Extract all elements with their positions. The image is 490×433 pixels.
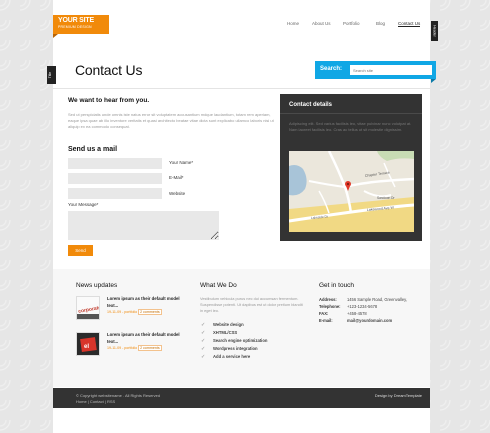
header-side-tab-label: Header bbox=[432, 25, 437, 37]
form-heading: Send us a mail bbox=[68, 146, 118, 153]
email-field[interactable] bbox=[68, 173, 162, 184]
service-item: ✓ Add a service here bbox=[200, 354, 305, 362]
search-input[interactable] bbox=[350, 65, 432, 75]
services-list: ✓ Website design ✓ XHTML/CSS ✓ Search engin… bbox=[200, 322, 305, 362]
news-thumb-image: el bbox=[77, 333, 99, 355]
nav-about-us[interactable]: About Us bbox=[312, 21, 331, 26]
contact-details-divider bbox=[280, 113, 422, 114]
contact-details-title: Contact details bbox=[289, 102, 333, 108]
comments-badge[interactable]: 2 comments bbox=[138, 345, 162, 351]
logo-subtitle: PREMIUM DESIGN bbox=[58, 25, 92, 29]
name-field[interactable] bbox=[68, 158, 162, 169]
map-label-sandown-dr: Sandown Dr bbox=[377, 196, 395, 200]
news-meta: 19-11-09 - portfolio 2 comments bbox=[107, 345, 162, 351]
contact-details-text: Adipiscing elit. Sed varius facilisis le… bbox=[289, 121, 412, 132]
service-item: ✓ Website design bbox=[200, 322, 305, 330]
website-field[interactable] bbox=[68, 188, 162, 199]
service-item: ✓ XHTML/CSS bbox=[200, 330, 305, 338]
fax-row: FAX: +458-4578 bbox=[319, 311, 367, 316]
news-thumbnail[interactable]: el bbox=[76, 332, 100, 356]
send-button[interactable]: Send bbox=[68, 245, 93, 256]
what-we-do-title: What We Do bbox=[200, 282, 237, 289]
footer-links[interactable]: Home | Contact | RSS bbox=[76, 399, 115, 404]
website-label: Website bbox=[169, 191, 186, 196]
news-date: 19-11-09 - portfolio bbox=[107, 346, 138, 350]
email-label: E-Mail* bbox=[169, 175, 184, 180]
news-meta: 19-11-09 - portfolio 2 comments bbox=[107, 309, 162, 315]
address-row: Address: 1456 Sample Road, Greenvalley, bbox=[319, 297, 407, 302]
check-icon: ✓ bbox=[201, 346, 206, 352]
title-side-tab-label: Title bbox=[48, 71, 53, 79]
name-label: Your Name* bbox=[169, 160, 194, 165]
contact-details-box: Contact details Adipiscing elit. Sed var… bbox=[280, 94, 422, 241]
news-thumb-label: el bbox=[84, 344, 89, 350]
get-in-touch-title: Get in touch bbox=[319, 282, 355, 289]
nav-blog[interactable]: Blog bbox=[376, 21, 385, 26]
service-label: Search engine optimization bbox=[213, 338, 268, 343]
check-icon: ✓ bbox=[201, 322, 206, 328]
check-icon: ✓ bbox=[201, 330, 206, 336]
address-key: Address: bbox=[319, 297, 337, 302]
nav-portfolio[interactable]: Portfolio bbox=[343, 21, 360, 26]
email-key: E-mail: bbox=[319, 318, 333, 323]
search-box: Search: bbox=[315, 61, 436, 79]
service-label: Add a service here bbox=[213, 354, 251, 359]
message-label: Your Message* bbox=[68, 202, 99, 207]
service-label: XHTML/CSS bbox=[213, 330, 238, 335]
email-row: E-mail: mail@yourdomain.com bbox=[319, 318, 392, 323]
news-thumbnail[interactable]: corporate bbox=[76, 296, 100, 320]
fax-value: +458-4578 bbox=[347, 311, 367, 316]
email-link[interactable]: mail@yourdomain.com bbox=[347, 318, 392, 323]
service-item: ✓ Wordpress integration bbox=[200, 346, 305, 354]
what-we-do-text: Vestibulum vehicula purus nec dui accums… bbox=[200, 296, 303, 313]
news-thumb-image: corporate bbox=[77, 297, 99, 319]
page-title: Contact Us bbox=[75, 62, 143, 78]
service-label: Wordpress integration bbox=[213, 346, 258, 351]
design-credit[interactable]: Design by DreamTemplate bbox=[375, 393, 422, 398]
copyright-text: © Copyright websitename . All Rights Res… bbox=[76, 393, 161, 398]
header-side-tab: Header bbox=[431, 21, 438, 41]
header-divider bbox=[53, 88, 430, 89]
telephone-key: Telephone: bbox=[319, 304, 341, 309]
address-value: 1456 Sample Road, Greenvalley, bbox=[347, 297, 408, 302]
title-side-tab: Title bbox=[47, 66, 56, 84]
logo-title: YOUR SITE bbox=[58, 17, 94, 24]
site-logo[interactable]: YOUR SITE PREMIUM DESIGN bbox=[53, 15, 109, 34]
news-title[interactable]: Lorem ipsum as their default model text.… bbox=[107, 296, 187, 309]
location-map[interactable]: Chapter Terrace Sandown Dr Lakewood Ave … bbox=[289, 151, 414, 232]
telephone-value: +123-1234-5678 bbox=[347, 304, 378, 309]
message-field[interactable] bbox=[68, 211, 219, 240]
search-ribbon-fold bbox=[431, 79, 436, 83]
intro-text: Sed ut perspiciatis unde omnis iste natu… bbox=[68, 112, 274, 129]
telephone-row: Telephone: +123-1234-5678 bbox=[319, 304, 377, 309]
news-item[interactable]: corporate Lorem ipsum as their default m… bbox=[76, 296, 186, 326]
search-label: Search: bbox=[320, 66, 343, 72]
map-graphic: Chapter Terrace Sandown Dr Lakewood Ave … bbox=[289, 151, 414, 232]
check-icon: ✓ bbox=[201, 354, 206, 360]
logo-ribbon-fold bbox=[53, 34, 58, 38]
service-label: Website design bbox=[213, 322, 244, 327]
comments-badge[interactable]: 2 comments bbox=[138, 309, 162, 315]
service-item: ✓ Search engine optimization bbox=[200, 338, 305, 346]
footer-bar: © Copyright websitename . All Rights Res… bbox=[53, 388, 430, 408]
page-container: YOUR SITE PREMIUM DESIGN Home About Us P… bbox=[47, 0, 438, 433]
news-item[interactable]: el Lorem ipsum as their default model te… bbox=[76, 332, 186, 362]
nav-contact-us[interactable]: Contact Us bbox=[398, 21, 421, 27]
check-icon: ✓ bbox=[201, 338, 206, 344]
nav-home[interactable]: Home bbox=[287, 21, 299, 26]
intro-heading: We want to hear from you. bbox=[68, 97, 150, 104]
news-title[interactable]: Lorem ipsum as their default model text.… bbox=[107, 332, 187, 345]
news-updates-title: News updates bbox=[76, 282, 118, 289]
news-date: 19-11-09 - portfolio bbox=[107, 310, 138, 314]
fax-key: FAX: bbox=[319, 311, 329, 316]
